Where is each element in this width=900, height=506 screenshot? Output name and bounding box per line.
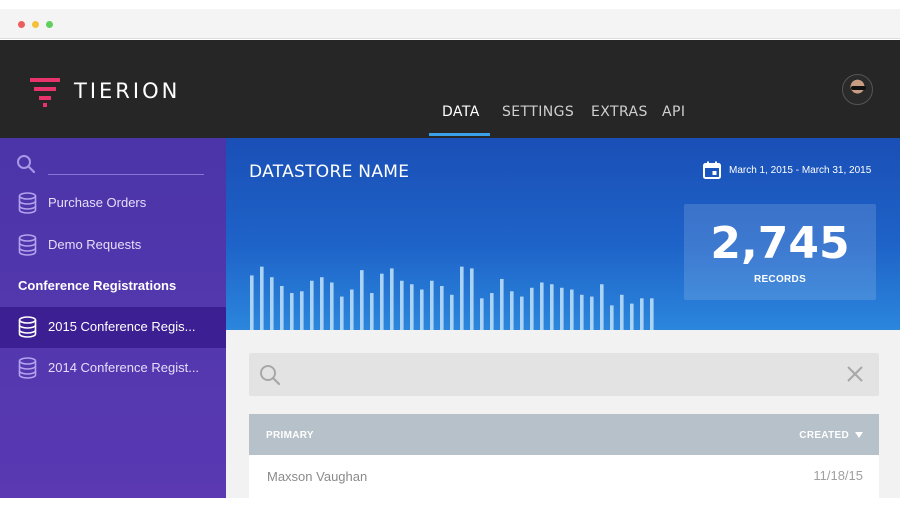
sidebar-search-input[interactable] [48, 174, 204, 175]
sidebar-item-demo-requests[interactable]: Demo Requests [0, 225, 226, 265]
sidebar-item-label: 2014 Conference Regist... [48, 360, 200, 375]
chart-bar [360, 270, 364, 330]
database-icon [18, 234, 37, 256]
chart-bar [610, 305, 614, 330]
tab-data[interactable]: DATA [442, 104, 480, 120]
tab-extras[interactable]: EXTRAS [591, 104, 648, 120]
column-header-primary[interactable]: PRIMARY [266, 430, 314, 441]
chart-bar [290, 293, 294, 330]
minimize-window-button[interactable] [32, 21, 39, 28]
chart-bar [310, 280, 314, 330]
chart-bar [470, 268, 474, 330]
chart-bar [280, 286, 284, 330]
chart-bar [330, 282, 334, 330]
main-content: PRIMARY CREATED Maxson Vaughan 11/18/15 [226, 330, 900, 498]
chart-bar [320, 277, 324, 330]
chart-bar [630, 303, 634, 330]
chart-bar [260, 266, 264, 330]
sidebar: Purchase Orders Demo Requests Conference… [0, 138, 226, 498]
sidebar-item-purchase-orders[interactable]: Purchase Orders [0, 183, 226, 223]
chart-bar [250, 275, 254, 330]
top-navigation-bar: TIERION DATA SETTINGS EXTRAS API [0, 40, 900, 138]
chart-bar [420, 289, 424, 330]
sidebar-item-2014-conference[interactable]: 2014 Conference Regist... [0, 348, 226, 388]
close-window-button[interactable] [18, 21, 25, 28]
window-titlebar [0, 9, 900, 39]
chart-bar [620, 294, 624, 330]
cell-primary: Maxson Vaughan [267, 469, 368, 484]
search-icon[interactable] [16, 154, 36, 174]
sort-down-icon[interactable] [855, 432, 863, 438]
chart-bar [510, 291, 514, 330]
chart-bar [490, 293, 494, 330]
chart-bar [450, 294, 454, 330]
window-bottom-edge [0, 498, 900, 506]
datastore-title: DATASTORE NAME [249, 162, 410, 182]
records-count: 2,745 [710, 218, 850, 269]
record-search-bar [249, 353, 879, 396]
chart-bar [380, 273, 384, 330]
records-summary-card: 2,745 RECORDS [684, 204, 876, 300]
chart-bar [410, 284, 414, 330]
chart-bar [640, 298, 644, 330]
chart-bar [580, 294, 584, 330]
records-bar-chart [250, 266, 654, 330]
close-icon[interactable] [846, 365, 864, 383]
chart-bar [590, 296, 594, 330]
calendar-icon[interactable] [703, 161, 721, 179]
column-header-created[interactable]: CREATED [799, 430, 849, 441]
chart-bar [530, 287, 534, 330]
records-label: RECORDS [753, 274, 807, 285]
chart-bar [340, 296, 344, 330]
table-header: PRIMARY CREATED [249, 414, 879, 455]
chart-bar [560, 287, 564, 330]
search-input[interactable] [291, 361, 831, 387]
chart-bar [390, 268, 394, 330]
chart-bar [270, 277, 274, 330]
date-range-label[interactable]: March 1, 2015 - March 31, 2015 [729, 165, 871, 176]
chart-bar [370, 293, 374, 330]
active-tab-indicator [429, 133, 490, 136]
tierion-logo-icon [30, 78, 60, 107]
chart-bar [440, 286, 444, 330]
database-icon [18, 192, 37, 214]
chart-bar [430, 280, 434, 330]
tab-api[interactable]: API [662, 104, 685, 120]
sidebar-item-label: Purchase Orders [48, 195, 147, 210]
sidebar-item-label: Demo Requests [48, 237, 142, 252]
database-icon [18, 357, 37, 379]
chart-bar [400, 280, 404, 330]
chart-bar [540, 282, 544, 330]
datastore-banner: DATASTORE NAME March 1, 2015 - March 31,… [226, 138, 900, 330]
chart-bar [520, 296, 524, 330]
sidebar-item-label: 2015 Conference Regis... [48, 319, 196, 334]
maximize-window-button[interactable] [46, 21, 53, 28]
sidebar-group-heading: Conference Registrations [18, 278, 177, 293]
search-icon [260, 365, 281, 386]
chart-bar [500, 278, 504, 330]
chart-bar [650, 298, 654, 330]
chart-bar [300, 291, 304, 330]
chart-bar [550, 284, 554, 330]
tab-settings[interactable]: SETTINGS [502, 104, 574, 120]
cell-created: 11/18/15 [813, 468, 863, 483]
brand-name: TIERION [74, 79, 181, 103]
chart-bar [600, 284, 604, 330]
avatar[interactable] [842, 74, 873, 105]
database-icon [18, 316, 37, 338]
sidebar-item-2015-conference[interactable]: 2015 Conference Regis... [0, 307, 226, 348]
app-window: TIERION DATA SETTINGS EXTRAS API Purchas… [0, 0, 900, 506]
chart-bar [350, 289, 354, 330]
table-row[interactable]: Maxson Vaughan 11/18/15 [249, 455, 879, 498]
chart-bar [570, 289, 574, 330]
chart-bar [460, 266, 464, 330]
chart-bar [480, 298, 484, 330]
records-table: PRIMARY CREATED Maxson Vaughan 11/18/15 [249, 414, 879, 498]
